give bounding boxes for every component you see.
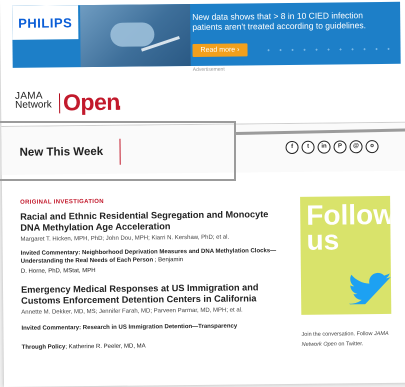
logo-divider	[58, 93, 61, 114]
instagram-icon[interactable]: o	[365, 140, 379, 154]
ad-photo	[80, 4, 191, 68]
follow-caption-post: on Twitter.	[336, 341, 364, 348]
commentary-author-1: D. Horne, PhD, MStat, MPH	[20, 268, 96, 275]
commentary-2[interactable]: Invited Commentary: Research in US Immig…	[21, 322, 291, 333]
twitter-bird-icon	[348, 272, 391, 305]
highlight-box	[0, 121, 236, 181]
advertisement-banner[interactable]: PHILIPS New data shows that > 8 in 10 CI…	[12, 1, 401, 68]
glove-shape	[110, 22, 155, 47]
follow-us-text: Follow us	[306, 199, 391, 256]
logo-dot	[116, 105, 121, 110]
email-icon[interactable]: @	[349, 140, 363, 154]
advertisement-label: Advertisement	[192, 66, 225, 73]
commentary-2-line2: Through Policy; Katherine R. Peeler, MD,…	[22, 341, 292, 352]
jama-network-open-logo[interactable]: JAMA Network Open	[15, 89, 121, 115]
ad-read-more-button[interactable]: Read more ›	[192, 43, 248, 57]
logo-network: Network	[15, 99, 52, 111]
philips-logo-box: PHILIPS	[12, 5, 79, 40]
article-title-2[interactable]: Emergency Medical Responses at US Immigr…	[21, 282, 291, 307]
follow-us-card[interactable]: Follow us	[300, 195, 392, 315]
article-authors-1: Margaret T. Hicken, MPH, PhD; John Dou, …	[20, 234, 230, 243]
article-authors-2: Annette M. Dekker, MD, MS; Jennifer Fara…	[21, 307, 243, 316]
facebook-icon[interactable]: f	[285, 140, 299, 155]
page-sheet: PHILIPS New data shows that > 8 in 10 CI…	[0, 0, 405, 387]
follow-line-2: us	[306, 224, 340, 256]
ad-headline: New data shows that > 8 in 10 CIED infec…	[192, 10, 366, 32]
social-icons: f t in P @ o	[285, 140, 379, 155]
commentary-author-2: ; Katherine R. Peeler, MD, MA	[65, 343, 146, 351]
commentary-label-2: Invited Commentary:	[21, 325, 82, 332]
ad-dot-pattern	[262, 43, 393, 56]
commentary-title-2b: Through Policy	[21, 344, 66, 351]
twitter-icon[interactable]: t	[301, 140, 315, 154]
follow-caption-pre: Join the conversation. Follow	[301, 331, 375, 338]
commentary-author-sep-1: ; Benjamin	[154, 257, 184, 264]
philips-logo: PHILIPS	[18, 14, 73, 31]
commentary-1[interactable]: Invited Commentary: Neighborhood Depriva…	[21, 247, 291, 266]
pinterest-icon[interactable]: P	[333, 140, 347, 154]
commentary-label: Invited Commentary:	[20, 250, 81, 257]
linkedin-icon[interactable]: in	[317, 140, 331, 154]
article-kicker: ORIGINAL INVESTIGATION	[20, 198, 104, 206]
logo-open: Open	[62, 88, 120, 116]
article-title-1[interactable]: Racial and Ethnic Residential Segregatio…	[20, 209, 290, 234]
follow-caption: Join the conversation. Follow JAMA Netwo…	[301, 329, 401, 350]
commentary-title-2: Research in US Immigration Detention—Tra…	[82, 323, 238, 332]
